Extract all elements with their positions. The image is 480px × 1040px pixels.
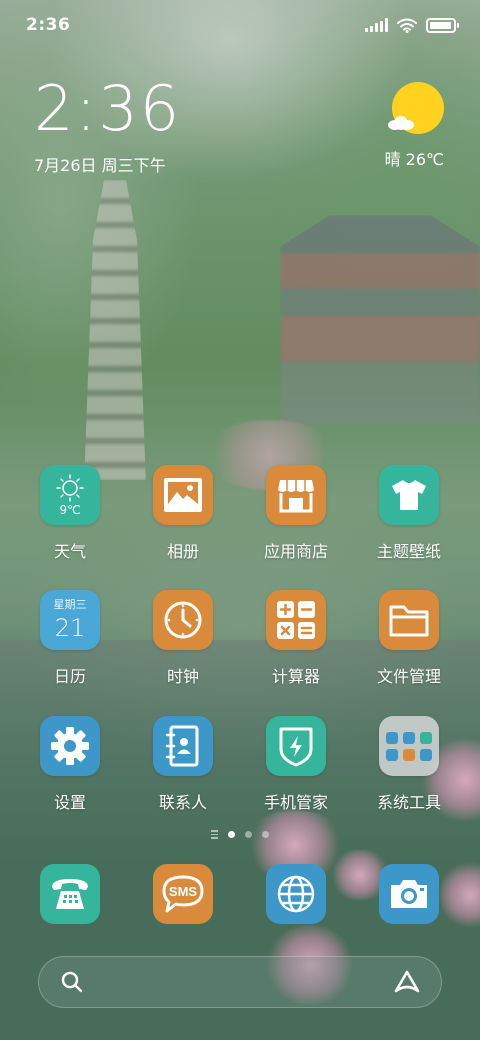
dock-sms[interactable]: SMS	[153, 864, 213, 924]
app-label: 时钟	[166, 667, 199, 686]
shield-icon	[266, 716, 326, 776]
app-calculator[interactable]: 计算器	[251, 590, 341, 687]
app-contacts[interactable]: 联系人	[138, 716, 228, 813]
app-label: 日历	[53, 667, 86, 686]
contacts-icon	[153, 716, 213, 776]
phone-icon	[52, 879, 88, 909]
page-dot	[228, 830, 235, 838]
app-theme[interactable]: 主题壁纸	[364, 465, 454, 562]
dock-phone[interactable]	[40, 864, 100, 924]
page-dot	[245, 830, 252, 838]
gear-icon	[40, 716, 100, 776]
app-gallery[interactable]: 相册	[138, 465, 228, 562]
weather-app-temp: 9℃	[59, 502, 81, 517]
page-indicator[interactable]	[0, 830, 480, 839]
sms-icon: SMS	[162, 875, 204, 913]
app-store[interactable]: 应用商店	[251, 465, 341, 562]
assistant-icon[interactable]	[393, 969, 421, 995]
clock-widget[interactable]: 2:36 7月26日 周三下午	[34, 78, 181, 176]
calendar-weekday: 星期三	[53, 598, 87, 611]
calendar-icon: 星期三 21	[40, 590, 100, 650]
status-time: 2:36	[26, 15, 71, 35]
tshirt-icon	[379, 465, 439, 525]
app-settings[interactable]: 设置	[25, 716, 115, 813]
weather-widget[interactable]: 晴 26℃	[385, 82, 444, 170]
app-weather[interactable]: 9℃ 天气	[25, 465, 115, 562]
weather-text: 晴 26℃	[384, 150, 444, 169]
app-system-tools-folder[interactable]: 系统工具	[364, 716, 454, 813]
app-label: 天气	[53, 542, 86, 561]
browser-icon	[277, 875, 315, 913]
sunny-cloud-icon	[388, 82, 444, 134]
app-label: 主题壁纸	[376, 542, 441, 561]
status-bar: 2:36	[0, 0, 480, 50]
app-label: 联系人	[158, 793, 207, 812]
app-clock[interactable]: 时钟	[138, 590, 228, 687]
app-label: 系统工具	[376, 793, 441, 812]
folder-icon	[379, 590, 439, 650]
search-icon	[61, 971, 83, 993]
app-security[interactable]: 手机管家	[251, 716, 341, 813]
app-label: 相册	[166, 542, 199, 561]
clock-icon	[153, 590, 213, 650]
camera-icon	[391, 880, 427, 908]
calendar-day: 21	[54, 614, 86, 642]
dock-camera[interactable]	[379, 864, 439, 924]
page-indicator-lines-icon	[211, 830, 218, 839]
search-bar[interactable]	[38, 956, 442, 1008]
app-files[interactable]: 文件管理	[364, 590, 454, 687]
folder-tools-icon	[379, 716, 439, 776]
dock-browser[interactable]	[266, 864, 326, 924]
gallery-icon	[153, 465, 213, 525]
status-icons	[365, 17, 459, 33]
signal-icon	[365, 18, 388, 32]
app-calendar[interactable]: 星期三 21 日历	[25, 590, 115, 687]
sms-text: SMS	[169, 884, 198, 899]
wifi-icon	[397, 18, 417, 33]
app-label: 应用商店	[263, 542, 328, 561]
app-label: 设置	[53, 793, 86, 812]
battery-icon	[426, 17, 459, 33]
weather-icon: 9℃	[40, 465, 100, 525]
app-label: 计算器	[271, 667, 320, 686]
app-label: 文件管理	[376, 667, 441, 686]
page-dot	[262, 830, 269, 838]
calculator-icon	[266, 590, 326, 650]
store-icon	[266, 465, 326, 525]
app-label: 手机管家	[263, 793, 328, 812]
clock-date: 7月26日 周三下午	[34, 156, 166, 175]
clock-time: 2:36	[34, 72, 182, 145]
